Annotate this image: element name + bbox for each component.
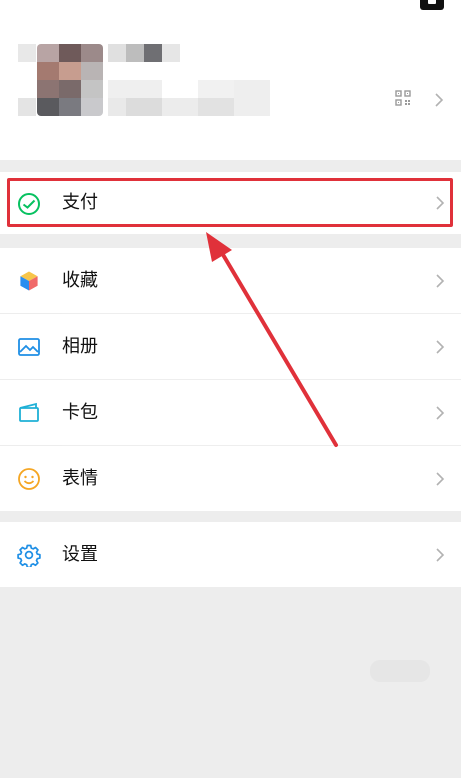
- menu-label-favorites: 收藏: [62, 270, 98, 291]
- chevron-right-icon: [436, 274, 445, 288]
- chevron-right-icon: [436, 548, 445, 562]
- picture-icon: [18, 338, 40, 356]
- profile-header[interactable]: [0, 0, 461, 160]
- menu-label-settings: 设置: [62, 544, 98, 565]
- chevron-right-icon: [436, 472, 445, 486]
- menu-label-stickers: 表情: [62, 468, 98, 489]
- menu-item-album[interactable]: 相册: [0, 314, 461, 379]
- status-bar-corner: [420, 0, 444, 10]
- chevron-right-icon: [435, 93, 444, 107]
- gear-icon: [17, 544, 41, 567]
- chevron-right-icon: [436, 340, 445, 354]
- avatar[interactable]: [37, 44, 103, 116]
- menu-label-album: 相册: [62, 336, 98, 357]
- chevron-right-icon: [436, 406, 445, 420]
- qr-code-icon[interactable]: [395, 90, 411, 106]
- menu-item-cards[interactable]: 卡包: [0, 380, 461, 445]
- menu-label-cards: 卡包: [62, 402, 98, 423]
- smile-icon: [18, 468, 40, 490]
- faded-background-element: [370, 660, 430, 682]
- menu-item-stickers[interactable]: 表情: [0, 446, 461, 511]
- menu-item-settings[interactable]: 设置: [0, 522, 461, 587]
- highlight-box: [7, 178, 453, 227]
- cube-icon: [19, 270, 39, 292]
- wallet-icon: [19, 402, 39, 422]
- menu-item-favorites[interactable]: 收藏: [0, 248, 461, 313]
